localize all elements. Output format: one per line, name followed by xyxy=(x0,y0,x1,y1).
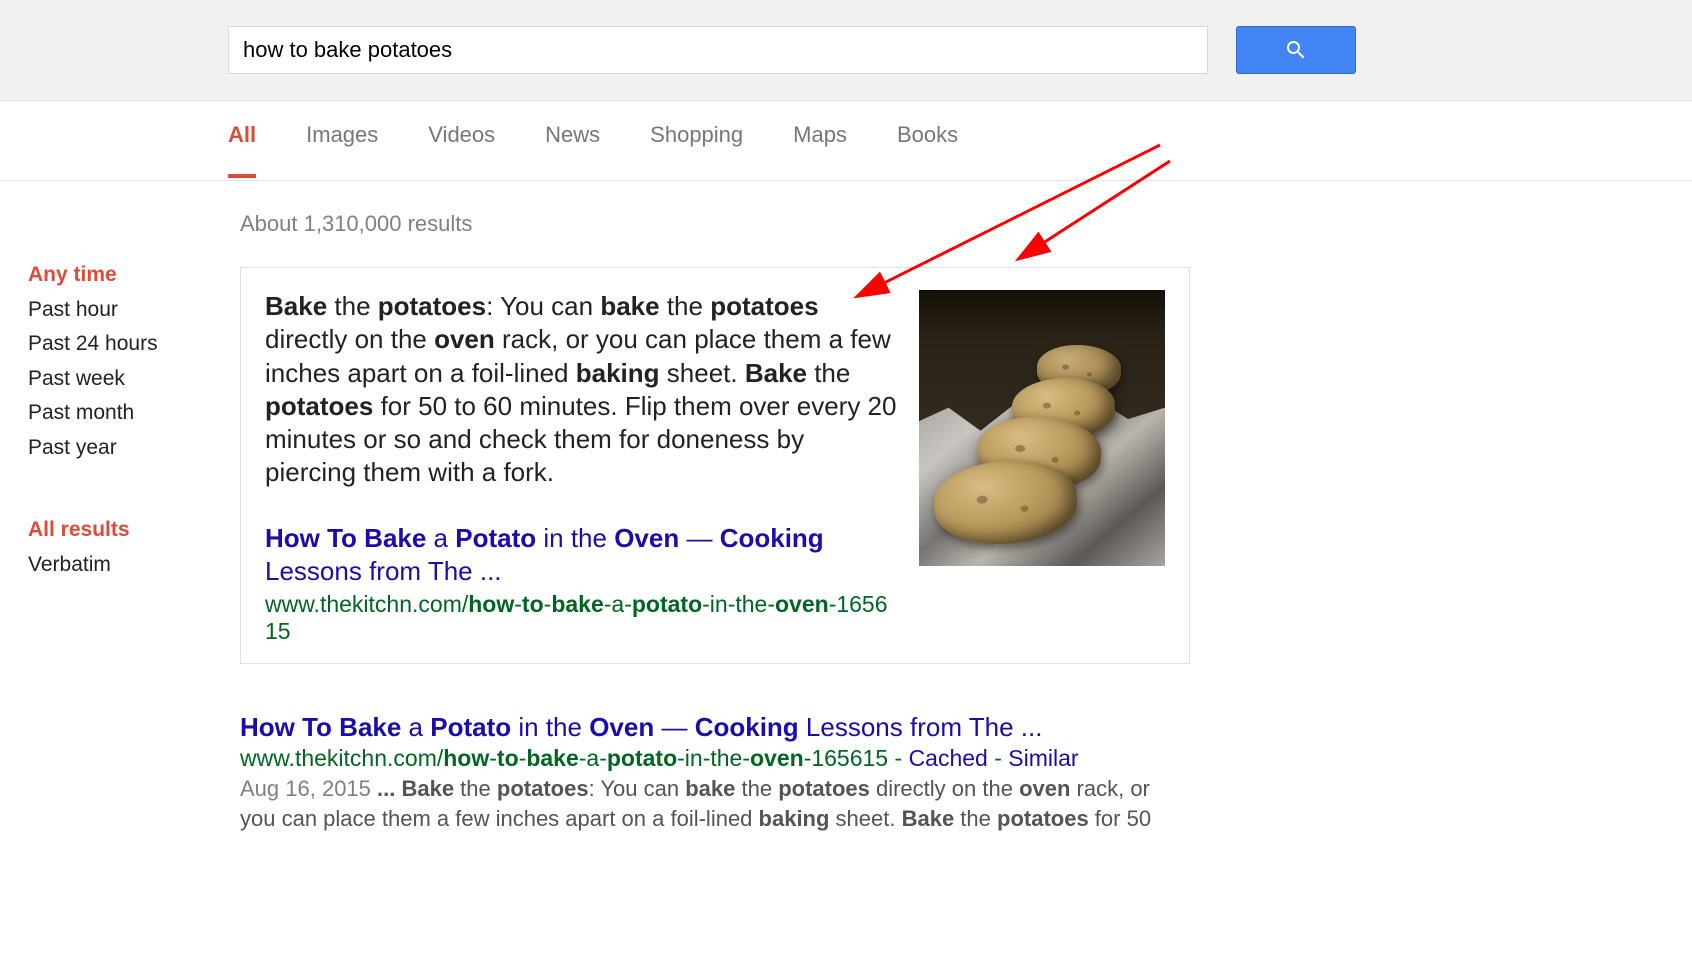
time-filter-past-hour[interactable]: Past hour xyxy=(28,294,200,327)
main-content: Any timePast hourPast 24 hoursPast weekP… xyxy=(0,181,1692,834)
organic-result: How To Bake a Potato in the Oven — Cooki… xyxy=(240,712,1190,833)
dash-sep: - xyxy=(988,745,1008,771)
tab-videos[interactable]: Videos xyxy=(428,122,495,178)
search-icon xyxy=(1284,38,1308,62)
tab-all[interactable]: All xyxy=(228,122,256,178)
potato-image xyxy=(919,290,1165,566)
time-filter-past-month[interactable]: Past month xyxy=(28,397,200,430)
result-snippet: Aug 16, 2015 ... Bake the potatoes: You … xyxy=(240,774,1190,833)
results-filter-group: All resultsVerbatim xyxy=(28,514,200,581)
featured-snippet-text: Bake the potatoes: You can bake the pota… xyxy=(265,290,899,490)
dash-sep: - xyxy=(888,745,908,771)
time-filter-past-24-hours[interactable]: Past 24 hours xyxy=(28,328,200,361)
search-button[interactable] xyxy=(1236,26,1356,74)
tab-images[interactable]: Images xyxy=(306,122,378,178)
similar-link[interactable]: Similar xyxy=(1008,745,1078,771)
result-url: www.thekitchn.com/how-to-bake-a-potato-i… xyxy=(240,745,888,771)
results-filter-all-results[interactable]: All results xyxy=(28,514,200,547)
results-column: About 1,310,000 results Bake the potatoe… xyxy=(240,211,1190,834)
results-filter-verbatim[interactable]: Verbatim xyxy=(28,549,200,582)
search-header xyxy=(0,0,1692,101)
tab-news[interactable]: News xyxy=(545,122,600,178)
tab-books[interactable]: Books xyxy=(897,122,958,178)
time-filter-group: Any timePast hourPast 24 hoursPast weekP… xyxy=(28,259,200,464)
search-input[interactable] xyxy=(228,26,1208,74)
featured-snippet-image[interactable] xyxy=(919,290,1165,566)
tab-shopping[interactable]: Shopping xyxy=(650,122,743,178)
featured-snippet-box: Bake the potatoes: You can bake the pota… xyxy=(240,267,1190,664)
filter-sidebar: Any timePast hourPast 24 hoursPast weekP… xyxy=(0,211,200,834)
featured-text: Bake the potatoes: You can bake the pota… xyxy=(265,290,899,645)
time-filter-any-time[interactable]: Any time xyxy=(28,259,200,292)
result-date: Aug 16, 2015 xyxy=(240,776,377,801)
featured-snippet-title[interactable]: How To Bake a Potato in the Oven — Cooki… xyxy=(265,522,899,590)
tab-maps[interactable]: Maps xyxy=(793,122,847,178)
result-url-line: www.thekitchn.com/how-to-bake-a-potato-i… xyxy=(240,745,1190,772)
time-filter-past-week[interactable]: Past week xyxy=(28,363,200,396)
result-stats: About 1,310,000 results xyxy=(240,211,1190,237)
tabs-bar: All Images Videos News Shopping Maps Books xyxy=(0,101,1692,181)
featured-snippet-url: www.thekitchn.com/how-to-bake-a-potato-i… xyxy=(265,591,899,645)
cached-link[interactable]: Cached xyxy=(909,745,988,771)
time-filter-past-year[interactable]: Past year xyxy=(28,432,200,465)
search-container xyxy=(228,26,1356,74)
result-title[interactable]: How To Bake a Potato in the Oven — Cooki… xyxy=(240,712,1190,743)
